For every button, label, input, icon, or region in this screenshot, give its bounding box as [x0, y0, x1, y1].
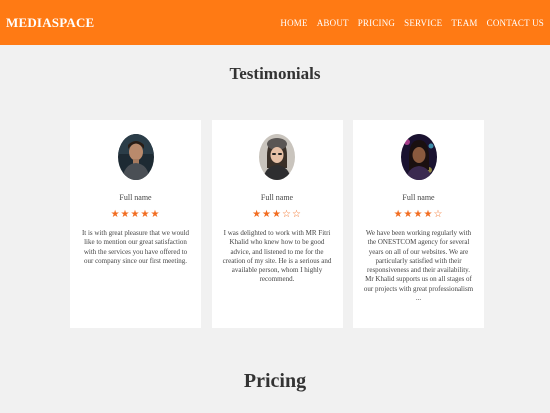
- navbar: MEDIASPACE HOME ABOUT PRICING SERVICE TE…: [0, 0, 550, 45]
- star-filled-icon: ★: [403, 209, 414, 220]
- avatar: [259, 134, 295, 180]
- testimonial-card: Full name ★★★☆☆ I was delighted to work …: [211, 120, 343, 328]
- star-filled-icon: ★: [262, 209, 273, 220]
- testimonial-cards: Full name ★★★★★ It is with great pleasur…: [70, 120, 484, 328]
- nav-link-contact-us[interactable]: CONTACT US: [487, 18, 544, 28]
- testimonial-text: We have been working regularly with the …: [363, 229, 474, 303]
- star-filled-icon: ★: [130, 209, 141, 220]
- testimonial-name: Full name: [119, 193, 152, 202]
- nav-link-team[interactable]: TEAM: [451, 18, 477, 28]
- testimonial-name: Full name: [260, 193, 294, 202]
- star-filled-icon: ★: [423, 209, 434, 220]
- star-empty-icon: ☆: [433, 209, 444, 220]
- nav-link-service[interactable]: SERVICE: [404, 18, 442, 28]
- star-filled-icon: ★: [413, 209, 424, 220]
- star-filled-icon: ★: [252, 209, 263, 220]
- star-filled-icon: ★: [110, 209, 121, 220]
- star-filled-icon: ★: [140, 209, 151, 220]
- person-photo-icon: [259, 134, 295, 180]
- pricing-title: Pricing: [243, 370, 307, 392]
- testimonial-text: I was delighted to work with MR Fitri Kh…: [222, 229, 332, 284]
- nav-link-about[interactable]: ABOUT: [317, 18, 349, 28]
- avatar: [117, 134, 154, 180]
- brand-logo[interactable]: MEDIASPACE: [6, 15, 94, 31]
- star-filled-icon: ★: [150, 209, 161, 220]
- star-rating: ★★★☆☆: [212, 210, 343, 220]
- avatar: [400, 134, 437, 180]
- star-filled-icon: ★: [120, 209, 131, 220]
- person-photo-icon: [117, 134, 154, 180]
- nav-link-home[interactable]: HOME: [280, 18, 307, 28]
- person-photo-icon: [400, 134, 437, 180]
- nav-link-pricing[interactable]: PRICING: [358, 18, 395, 28]
- star-empty-icon: ☆: [291, 209, 302, 220]
- testimonials-title: Testimonials: [229, 64, 321, 83]
- testimonial-card: Full name ★★★★☆ We have been working reg…: [353, 120, 484, 328]
- star-empty-icon: ☆: [281, 209, 292, 220]
- testimonial-card: Full name ★★★★★ It is with great pleasur…: [70, 120, 201, 328]
- star-filled-icon: ★: [272, 209, 282, 220]
- star-rating: ★★★★★: [70, 210, 201, 220]
- star-filled-icon: ★: [393, 209, 404, 220]
- star-rating: ★★★★☆: [353, 210, 484, 220]
- nav-links: HOME ABOUT PRICING SERVICE TEAM CONTACT …: [280, 18, 544, 28]
- testimonial-name: Full name: [402, 193, 435, 202]
- testimonial-text: It is with great pleasure that we would …: [81, 229, 190, 265]
